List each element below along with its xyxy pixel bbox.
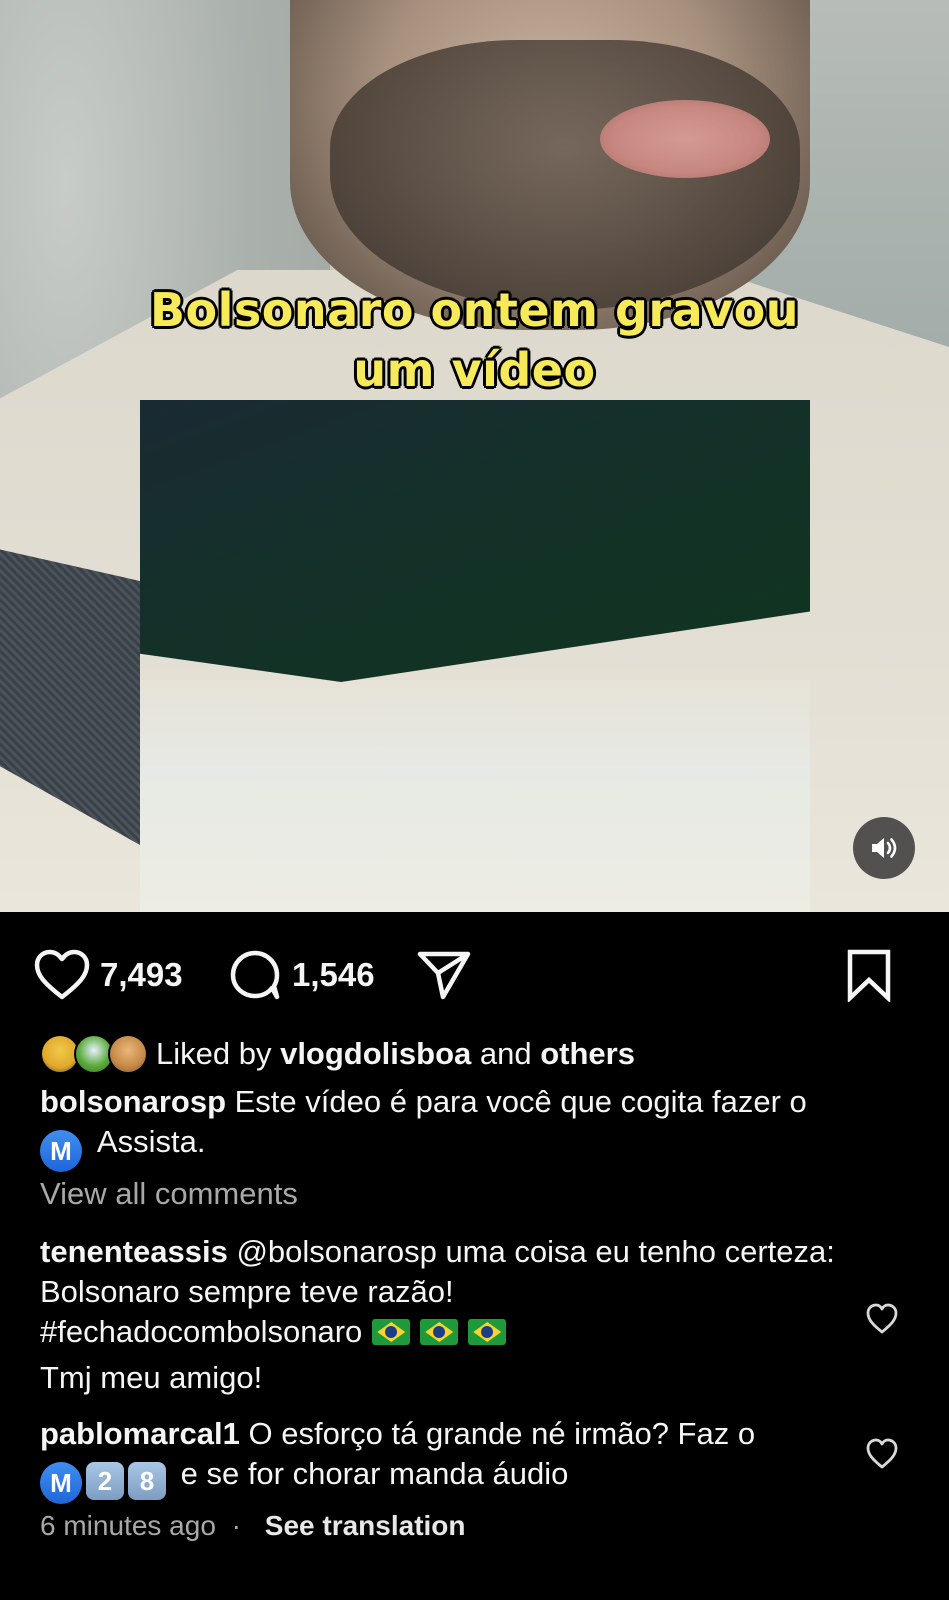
post-username[interactable]: bolsonarosp bbox=[40, 1084, 226, 1119]
comment-hashtag[interactable]: #fechadocombolsonaro bbox=[40, 1314, 362, 1349]
mute-button[interactable] bbox=[853, 817, 915, 879]
video-frame bbox=[330, 40, 800, 310]
like-button[interactable]: 7,493 bbox=[34, 945, 183, 1005]
avatar bbox=[108, 1034, 148, 1074]
save-button[interactable] bbox=[846, 945, 892, 1005]
post-timestamp: 6 minutes ago bbox=[40, 1510, 216, 1541]
comment-text-line-2: Tmj meu amigo! bbox=[40, 1360, 263, 1395]
m-emoji-icon: M bbox=[40, 1462, 82, 1504]
brazil-flag-icon bbox=[372, 1319, 411, 1345]
post-text: Este vídeo é para você que cogita fazer … bbox=[226, 1084, 807, 1119]
comment-username[interactable]: tenenteassis bbox=[40, 1234, 228, 1269]
liked-by-row[interactable]: Liked by vlogdolisboa and others bbox=[40, 1032, 635, 1076]
keycap-2-icon: 2 bbox=[86, 1462, 124, 1500]
comment-item: tenenteassis @bolsonarosp uma coisa eu t… bbox=[40, 1232, 860, 1398]
comment-username[interactable]: pablomarcal1 bbox=[40, 1416, 240, 1451]
post-meta: 6 minutes ago · See translation bbox=[40, 1510, 466, 1542]
comment-like-heart-icon[interactable] bbox=[865, 1437, 899, 1471]
comment-item: pablomarcal1 O esforço tá grande né irmã… bbox=[40, 1414, 860, 1504]
liked-by-others[interactable]: others bbox=[540, 1036, 635, 1072]
comment-button[interactable]: 1,546 bbox=[228, 945, 375, 1005]
video-caption-line-1: Bolsonaro ontem gravou bbox=[150, 283, 799, 337]
keycap-8-icon: 8 bbox=[128, 1462, 166, 1500]
comment-bubble-icon bbox=[230, 950, 280, 1000]
comment-text: O esforço tá grande né irmão? Faz o bbox=[239, 1416, 756, 1451]
separator-dot: · bbox=[231, 1510, 241, 1541]
comment-mention[interactable]: @bolsonarosp bbox=[236, 1234, 436, 1269]
liked-by-user[interactable]: vlogdolisboa bbox=[280, 1036, 471, 1072]
video-frame bbox=[140, 680, 810, 912]
brazil-flag-icon bbox=[420, 1319, 459, 1345]
video-caption-line-2: um vídeo bbox=[353, 343, 596, 397]
see-translation-link[interactable]: See translation bbox=[265, 1510, 466, 1541]
liked-by-prefix: Liked by bbox=[156, 1036, 281, 1071]
heart-icon bbox=[34, 949, 90, 1000]
post-text-2: Assista. bbox=[90, 1124, 206, 1159]
liked-by-middle: and bbox=[471, 1036, 541, 1071]
comment-like-heart-icon[interactable] bbox=[865, 1302, 899, 1336]
view-all-comments-link[interactable]: View all comments bbox=[40, 1176, 298, 1212]
brazil-flag-icon bbox=[468, 1319, 507, 1345]
liker-avatars bbox=[40, 1032, 148, 1076]
comment-text-2: e se for chorar manda áudio bbox=[172, 1456, 569, 1491]
video-player[interactable]: Bolsonaro ontem gravou um vídeo bbox=[0, 0, 949, 912]
bookmark-icon bbox=[847, 949, 891, 1002]
post-actions: 7,493 1,546 bbox=[34, 945, 914, 1005]
video-frame bbox=[600, 100, 770, 178]
post-caption: bolsonarosp Este vídeo é para você que c… bbox=[40, 1082, 920, 1172]
share-button[interactable] bbox=[416, 945, 472, 1005]
speaker-volume-icon bbox=[872, 838, 897, 858]
like-count[interactable]: 7,493 bbox=[100, 956, 183, 994]
comment-count[interactable]: 1,546 bbox=[292, 956, 375, 994]
m-emoji-icon: M bbox=[40, 1130, 82, 1172]
send-icon bbox=[417, 951, 471, 1000]
